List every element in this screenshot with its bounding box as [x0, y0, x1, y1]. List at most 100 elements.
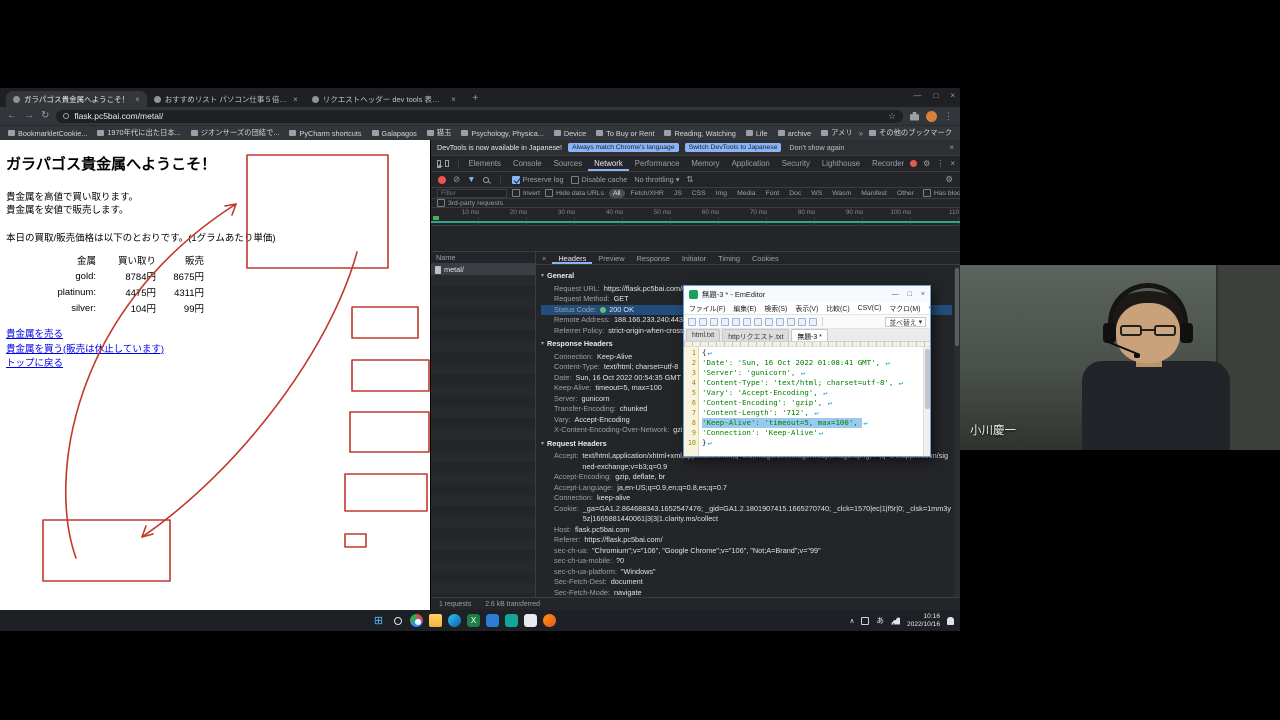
filter-pill[interactable]: WS — [807, 189, 826, 198]
devtools-tab[interactable]: Performance — [629, 156, 686, 171]
bookmark-item[interactable]: Device — [554, 129, 586, 138]
devtools-tab[interactable]: Lighthouse — [816, 156, 866, 171]
sort-dropdown[interactable]: 並べ替え ▾ — [885, 317, 926, 327]
close-icon[interactable]: × — [921, 291, 925, 298]
taskbar-app-icon[interactable] — [429, 614, 442, 627]
filter-pill[interactable]: Media — [733, 189, 760, 198]
network-settings-gear-icon[interactable]: ⚙ — [945, 175, 953, 184]
bookmark-item[interactable]: ジオンサーズの団結で... — [191, 128, 280, 138]
filter-pill[interactable]: Img — [712, 189, 731, 198]
toolbar-icon[interactable] — [765, 318, 773, 326]
taskbar-app-icon[interactable] — [448, 614, 461, 627]
forward-icon[interactable]: → — [24, 111, 34, 121]
toolbar-icon[interactable] — [809, 318, 817, 326]
search-icon[interactable] — [483, 177, 489, 183]
devtools-tab[interactable]: Network — [588, 156, 629, 171]
details-tab[interactable]: Preview — [592, 252, 630, 264]
filter-pill[interactable]: JS — [670, 189, 686, 198]
clear-icon[interactable]: ⊘ — [453, 175, 460, 184]
inspect-icon[interactable] — [437, 160, 441, 168]
menu-item[interactable]: 比較(C) — [826, 303, 849, 313]
minimize-icon[interactable]: — — [913, 91, 921, 100]
bookmark-item[interactable]: archive — [778, 129, 812, 138]
throttling-dropdown[interactable]: No throttling ▾ — [634, 175, 679, 184]
site-info-icon[interactable] — [63, 113, 69, 119]
emeditor-title-bar[interactable]: 無題-3 * - EmEditor — □ × — [684, 286, 930, 302]
bookmark-item[interactable]: BookmarkletCookie... — [8, 129, 87, 138]
taskbar-app-icon[interactable] — [524, 614, 537, 627]
menu-item[interactable]: 検索(S) — [764, 303, 787, 313]
address-bar[interactable]: flask.pc5bai.com/metal/ ☆ — [56, 110, 903, 123]
bookmark-item[interactable]: Psychology, Physica... — [461, 129, 543, 138]
third-party-row[interactable]: 3rd-party requests — [431, 199, 960, 208]
device-toolbar-icon[interactable] — [445, 160, 449, 167]
tray-app-icon[interactable] — [861, 617, 869, 625]
has-blocked-cookies-checkbox[interactable]: Has blocked cookies — [923, 189, 960, 197]
maximize-icon[interactable]: □ — [908, 291, 912, 298]
name-column-header[interactable]: Name — [431, 252, 535, 264]
toolbar-icon[interactable] — [699, 318, 707, 326]
bookmark-item[interactable]: PyCharm shortcuts — [289, 129, 361, 138]
link-sell[interactable]: 貴金属を売る — [6, 328, 430, 343]
bookmark-star-icon[interactable]: ☆ — [888, 111, 896, 122]
filter-pill[interactable]: Wasm — [828, 189, 855, 198]
link-top[interactable]: トップに戻る — [6, 357, 430, 372]
error-badge-icon[interactable] — [910, 160, 917, 167]
disable-cache-checkbox[interactable]: Disable cache — [571, 175, 628, 184]
link-buy[interactable]: 貴金属を買う(販売は休止しています) — [6, 343, 430, 358]
extensions-icon[interactable] — [910, 112, 919, 121]
details-tab[interactable]: Headers — [552, 252, 592, 264]
record-icon[interactable] — [438, 176, 446, 184]
browser-tab-3[interactable]: リクエストヘッダー dev tools 表示さ... × — [305, 91, 463, 107]
tab-close-icon[interactable]: × — [451, 95, 456, 104]
devtools-tab[interactable]: Sources — [548, 156, 589, 171]
toolbar-icon[interactable] — [754, 318, 762, 326]
editor-tab[interactable]: httpリクエスト.txt — [722, 329, 789, 341]
minimize-icon[interactable]: — — [892, 291, 899, 298]
editor-scrollbar[interactable] — [923, 347, 930, 456]
devtools-tab[interactable]: Console — [507, 156, 548, 171]
menu-item[interactable]: CSV(C) — [858, 305, 882, 312]
switch-japanese-button[interactable]: Switch DevTools to Japanese — [685, 143, 782, 152]
preserve-log-checkbox[interactable]: Preserve log — [512, 175, 564, 184]
banner-close-icon[interactable]: × — [949, 143, 954, 152]
tab-close-icon[interactable]: × — [293, 95, 298, 104]
filter-funnel-icon[interactable]: ▼ — [467, 175, 475, 184]
taskbar-clock[interactable]: 10:16 2022/10/16 — [907, 613, 940, 628]
taskbar-app-icon[interactable] — [391, 614, 404, 627]
other-bookmarks[interactable]: その他のブックマーク — [869, 128, 952, 138]
hide-data-urls-checkbox[interactable]: Hide data URLs — [545, 189, 604, 197]
taskbar-app-icon[interactable] — [486, 614, 499, 627]
menu-kebab-icon[interactable]: ⋮ — [944, 111, 953, 122]
menu-item[interactable]: マクロ(M) — [889, 303, 920, 313]
filter-pill[interactable]: Doc — [785, 189, 805, 198]
devtools-tab[interactable]: Memory — [685, 156, 725, 171]
devtools-tab[interactable]: Recorder — [866, 156, 910, 171]
tray-chevron-icon[interactable]: ∧ — [849, 617, 854, 625]
tab-close-icon[interactable]: × — [135, 95, 140, 104]
filter-pill[interactable]: Manifest — [857, 189, 891, 198]
browser-tab-2[interactable]: おすすめリスト パソコン仕事５倍術② × — [147, 91, 305, 107]
bookmark-item[interactable]: Galapagos — [372, 129, 417, 138]
filter-input[interactable] — [437, 189, 507, 198]
details-tab[interactable]: Response — [631, 252, 676, 264]
bookmark-item[interactable]: 1970年代に出た日本... — [97, 128, 180, 138]
new-tab-button[interactable]: + — [468, 91, 483, 106]
filter-pill[interactable]: All — [609, 189, 625, 198]
toolbar-icon[interactable] — [798, 318, 806, 326]
bookmark-item[interactable]: アメリカを変えた大統... — [821, 128, 852, 138]
editor-tab[interactable]: html.txt — [686, 329, 720, 341]
toolbar-icon[interactable] — [710, 318, 718, 326]
toolbar-icon[interactable] — [776, 318, 784, 326]
url-text[interactable]: flask.pc5bai.com/metal/ — [74, 111, 883, 121]
menu-item[interactable]: ファイル(F) — [689, 303, 725, 313]
details-tab[interactable]: Timing — [712, 252, 746, 264]
network-icon[interactable] — [891, 617, 900, 625]
toolbar-icon[interactable] — [743, 318, 751, 326]
devtools-kebab-icon[interactable]: ⋮ — [936, 159, 944, 168]
profile-avatar[interactable] — [926, 111, 937, 122]
details-tab[interactable]: Cookies — [746, 252, 785, 264]
reload-icon[interactable]: ↻ — [41, 111, 49, 121]
invert-checkbox[interactable]: Invert — [512, 189, 540, 197]
details-close-icon[interactable]: × — [536, 254, 552, 263]
